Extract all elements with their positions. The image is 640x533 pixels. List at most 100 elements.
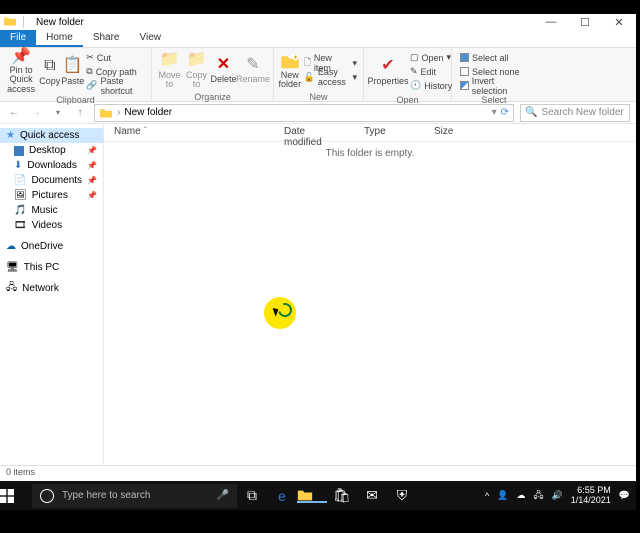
tray-network-icon[interactable]: 🖧: [533, 488, 543, 504]
refresh-button[interactable]: ⟳: [501, 107, 509, 118]
paste-shortcut-button[interactable]: 🔗Paste shortcut: [86, 79, 145, 92]
pictures-icon: 🖼: [14, 190, 27, 201]
nav-onedrive[interactable]: ☁OneDrive: [0, 239, 103, 254]
nav-pictures[interactable]: 🖼Pictures📌: [0, 188, 103, 203]
onedrive-icon: ☁: [6, 241, 16, 252]
nav-network[interactable]: 🖧Network: [0, 281, 103, 296]
taskbar-security[interactable]: ⛨: [387, 487, 417, 504]
paste-button[interactable]: 📋 Paste: [61, 51, 84, 93]
pin-icon: 📌: [87, 146, 97, 155]
col-size[interactable]: Size: [424, 124, 484, 141]
group-organize: 📁 Move to 📁 Copy to ✕ Delete ✎ Rename Or…: [152, 48, 274, 101]
nav-pane[interactable]: ★ Quick access Desktop📌 ⬇Downloads📌 📄Doc…: [0, 124, 104, 465]
group-clipboard: 📌 Pin to Quick access ⧉ Copy 📋 Paste ✂Cu…: [0, 48, 152, 101]
tab-view[interactable]: View: [130, 30, 172, 47]
address-bar: ← → ▾ ↑ › New folder ▾ ⟳ 🔍 Search New fo…: [0, 102, 636, 124]
start-button[interactable]: [0, 489, 32, 503]
folder-icon: [3, 15, 17, 29]
tab-share[interactable]: Share: [83, 30, 130, 47]
select-none-icon: [460, 67, 469, 76]
invert-selection-button[interactable]: Invert selection: [460, 79, 530, 92]
tray-volume-icon[interactable]: 🔊: [552, 490, 563, 501]
folder-icon: [99, 107, 113, 118]
nav-downloads[interactable]: ⬇Downloads📌: [0, 158, 103, 173]
delete-button[interactable]: ✕ Delete: [210, 49, 237, 91]
search-placeholder: Search New folder: [541, 107, 623, 118]
task-view-button[interactable]: ⧉: [237, 487, 267, 504]
tray-notifications[interactable]: 💬: [619, 490, 630, 501]
ribbon: 📌 Pin to Quick access ⧉ Copy 📋 Paste ✂Cu…: [0, 48, 636, 102]
easy-access-icon: 🔓: [304, 72, 315, 83]
edit-button[interactable]: ✎Edit: [410, 65, 452, 78]
status-bar: 0 items: [0, 465, 636, 481]
breadcrumb-folder[interactable]: New folder: [124, 107, 172, 118]
tab-file[interactable]: File: [0, 30, 36, 47]
move-to-button[interactable]: 📁 Move to: [156, 49, 183, 91]
copy-to-button[interactable]: 📁 Copy to: [183, 49, 210, 91]
pin-icon: 📌: [87, 176, 97, 185]
col-date[interactable]: Date modified: [274, 124, 354, 141]
copy-button[interactable]: ⧉ Copy: [38, 51, 61, 93]
select-all-icon: [460, 53, 469, 62]
search-icon: 🔍: [525, 107, 537, 118]
chevron-down-icon: ▾: [352, 58, 357, 69]
up-button[interactable]: ↑: [72, 107, 88, 118]
taskbar-mail[interactable]: ✉: [357, 487, 387, 504]
quick-access-icon: ★: [6, 130, 15, 141]
minimize-button[interactable]: —: [534, 16, 568, 28]
pin-quick-access-button[interactable]: 📌 Pin to Quick access: [4, 51, 38, 93]
taskbar-edge[interactable]: e: [267, 488, 297, 504]
edit-icon: ✎: [410, 66, 418, 77]
easy-access-button[interactable]: 🔓Easy access▾: [304, 71, 357, 84]
pin-label: Pin to Quick access: [4, 66, 38, 94]
music-icon: 🎵: [14, 205, 26, 216]
system-tray[interactable]: ^ 👤 ☁ 🖧 🔊 6:55 PM 1/14/2021 💬: [485, 486, 636, 506]
search-box[interactable]: 🔍 Search New folder: [520, 104, 630, 122]
downloads-icon: ⬇: [14, 160, 22, 171]
nav-quick-access[interactable]: ★ Quick access: [0, 128, 103, 143]
recent-dropdown[interactable]: ▾: [50, 108, 66, 117]
nav-music[interactable]: 🎵Music: [0, 203, 103, 218]
maximize-button[interactable]: ☐: [568, 16, 602, 29]
open-button[interactable]: ▢Open▾: [410, 51, 452, 64]
column-headers[interactable]: Name ˆ Date modified Type Size: [104, 124, 636, 142]
forward-button[interactable]: →: [28, 107, 44, 118]
nav-this-pc[interactable]: 🖥This PC: [0, 260, 103, 275]
tray-overflow[interactable]: ^: [485, 491, 489, 501]
new-folder-button[interactable]: New folder: [278, 49, 302, 91]
videos-icon: 🎞: [14, 220, 27, 231]
window-title: New folder: [32, 17, 534, 28]
taskbar-explorer[interactable]: [297, 488, 327, 503]
back-button[interactable]: ←: [6, 107, 22, 118]
tray-people[interactable]: 👤: [497, 490, 508, 501]
properties-button[interactable]: ✔ Properties: [368, 51, 408, 93]
cut-icon: ✂: [86, 52, 94, 63]
this-pc-icon: 🖥: [6, 262, 19, 273]
taskbar[interactable]: Type here to search 🎤 ⧉ e 🛍 ✉ ⛨ ^ 👤 ☁ 🖧 …: [0, 481, 636, 510]
group-new: New folder 🗋New item▾ 🔓Easy access▾ New: [274, 48, 364, 101]
nav-videos[interactable]: 🎞Videos: [0, 218, 103, 233]
close-button[interactable]: ✕: [602, 16, 636, 29]
nav-documents[interactable]: 📄Documents📌: [0, 173, 103, 188]
file-list[interactable]: Name ˆ Date modified Type Size This fold…: [104, 124, 636, 465]
tray-onedrive[interactable]: ☁: [516, 490, 525, 501]
col-type[interactable]: Type: [354, 124, 424, 141]
tab-home[interactable]: Home: [36, 30, 83, 47]
delete-icon: ✕: [214, 55, 234, 75]
rename-button[interactable]: ✎ Rename: [237, 49, 269, 91]
pin-icon: 📌: [87, 191, 97, 200]
tray-clock[interactable]: 6:55 PM 1/14/2021: [571, 486, 611, 506]
select-all-button[interactable]: Select all: [460, 51, 530, 64]
mic-icon[interactable]: 🎤: [217, 490, 229, 501]
cut-button[interactable]: ✂Cut: [86, 51, 145, 64]
taskbar-search[interactable]: Type here to search 🎤: [32, 484, 237, 508]
cursor-arrow-icon: [273, 306, 281, 316]
title-bar[interactable]: New folder — ☐ ✕: [0, 14, 636, 30]
taskbar-store[interactable]: 🛍: [327, 487, 357, 504]
breadcrumb[interactable]: › New folder ▾ ⟳: [94, 104, 514, 122]
address-dropdown[interactable]: ▾: [492, 107, 497, 118]
col-name[interactable]: Name ˆ: [104, 124, 274, 141]
taskbar-search-placeholder: Type here to search: [62, 490, 150, 501]
history-button[interactable]: 🕘History: [410, 79, 452, 92]
nav-desktop[interactable]: Desktop📌: [0, 143, 103, 158]
